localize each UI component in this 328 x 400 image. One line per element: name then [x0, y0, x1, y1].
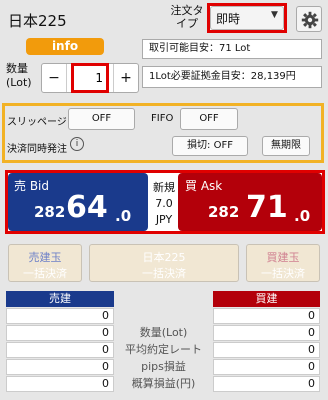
stop-loss-button[interactable]: 損切: OFF — [172, 136, 248, 156]
bulk-sell-line2: 一括決済 — [23, 267, 67, 280]
settings-button[interactable] — [296, 6, 322, 32]
sell-quantity-cell: 0 — [6, 325, 114, 341]
spread-unit: JPY — [155, 213, 173, 226]
bulk-all-line1: 日本225 — [142, 251, 186, 264]
quantity-decrement-button[interactable]: − — [42, 64, 67, 92]
bulk-all-line2: 一括決済 — [142, 267, 186, 280]
bulk-settle-all-button[interactable]: 日本225 一括決済 — [89, 244, 239, 282]
ask-price-prefix: 282 — [208, 203, 240, 221]
bid-label: 売 Bid — [14, 179, 49, 193]
bulk-sell-line1: 売建玉 — [28, 251, 62, 264]
row-label-avg-rate: 平均約定レート — [125, 343, 202, 356]
available-lots: 取引可能目安：71 Lot — [142, 39, 322, 59]
bid-price-main: 64 — [66, 190, 108, 225]
order-type-value: 即時 — [216, 12, 241, 26]
buy-avg-rate-cell: 0 — [213, 342, 320, 358]
chevron-down-icon: ▼ — [271, 10, 278, 20]
quantity-label: 数量(Lot) — [6, 62, 32, 89]
buy-quantity-cell: 0 — [213, 325, 320, 341]
row-label — [114, 308, 213, 324]
expiry-button[interactable]: 無期限 — [262, 136, 310, 156]
bulk-settle-sell-button[interactable]: 売建玉 一括決済 — [8, 244, 82, 282]
sell-pnl-cell: 0 — [6, 376, 114, 392]
spread-label: 新規 — [153, 181, 175, 194]
row-label-pnl: 概算損益(円) — [131, 377, 196, 390]
buy-pnl-cell: 0 — [213, 376, 320, 392]
info-button[interactable]: info — [26, 38, 104, 55]
bulk-buy-line1: 買建玉 — [266, 251, 300, 264]
simultaneous-settle-label: 決済同時発注 — [7, 144, 67, 155]
bulk-settle-buy-button[interactable]: 買建玉 一括決済 — [246, 244, 320, 282]
ask-price-main: 71 — [246, 190, 288, 225]
fifo-toggle[interactable]: OFF — [180, 108, 238, 130]
ask-label: 買 Ask — [185, 179, 223, 193]
row-label-quantity: 数量(Lot) — [139, 326, 188, 339]
quantity-input[interactable] — [74, 66, 106, 90]
row-label-pips: pips損益 — [141, 360, 186, 373]
gear-icon — [301, 11, 319, 29]
quantity-increment-button[interactable]: + — [113, 64, 138, 92]
sell-avg-rate-cell: 0 — [6, 342, 114, 358]
fifo-label: FIFO — [151, 113, 174, 124]
order-type-label: 注文タイプ — [170, 4, 204, 30]
margin-per-lot: 1Lot必要証拠金目安：28,139円 — [142, 66, 322, 88]
buy-pips-cell: 0 — [213, 359, 320, 375]
bid-price-prefix: 282 — [34, 203, 66, 221]
sell-pips-cell: 0 — [6, 359, 114, 375]
sell-value-cell: 0 — [6, 308, 114, 324]
ask-price-decimal: .0 — [294, 207, 311, 225]
slippage-toggle[interactable]: OFF — [68, 108, 135, 130]
spread-value: 7.0 — [155, 197, 173, 210]
bid-price-decimal: .0 — [115, 207, 132, 225]
bulk-buy-line2: 一括決済 — [261, 267, 305, 280]
instrument-title: 日本225 — [8, 12, 67, 30]
sell-positions-header: 売建 — [6, 291, 114, 307]
info-icon[interactable]: i — [70, 137, 84, 151]
buy-value-cell: 0 — [213, 308, 320, 324]
buy-positions-header: 買建 — [213, 291, 320, 307]
slippage-label: スリッページ — [7, 117, 67, 128]
